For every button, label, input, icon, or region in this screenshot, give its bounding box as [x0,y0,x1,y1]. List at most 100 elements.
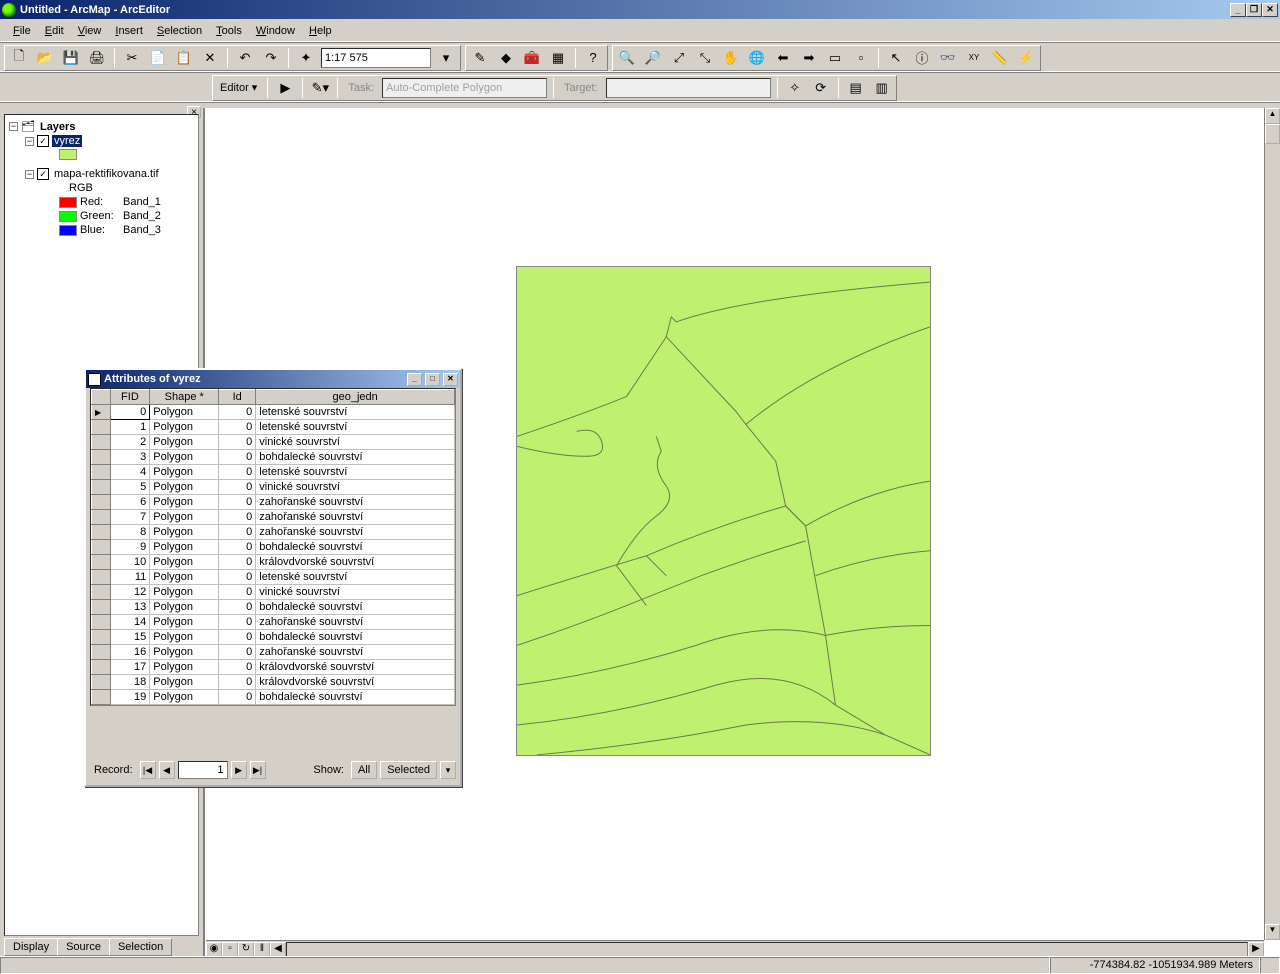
cell-id[interactable]: 0 [219,405,256,420]
close-button[interactable]: ✕ [1262,3,1278,17]
cell-id[interactable]: 0 [219,615,256,630]
add-data-icon[interactable]: ✦ [295,47,317,69]
cell-fid[interactable]: 9 [110,540,150,555]
editor-menu[interactable]: Editor ▾ [216,81,261,94]
col-shape[interactable]: Shape * [150,390,219,405]
col-fid[interactable]: FID [110,390,150,405]
menu-selection[interactable]: Selection [150,23,209,39]
show-all-button[interactable]: All [351,761,377,779]
cell-fid[interactable]: 2 [110,435,150,450]
expand-icon[interactable]: − [9,122,18,131]
cell-id[interactable]: 0 [219,660,256,675]
row-header[interactable] [92,555,111,570]
cell-fid[interactable]: 18 [110,675,150,690]
cell-fid[interactable]: 7 [110,510,150,525]
options-dropdown-button[interactable]: ▾ [440,761,456,779]
layer-checkbox[interactable]: ✓ [37,168,49,180]
task-dropdown[interactable]: Auto-Complete Polygon [382,78,547,98]
arctoolbox-icon[interactable]: 🧰 [521,47,543,69]
help-icon[interactable]: ? [582,47,604,69]
row-header[interactable] [92,690,111,705]
select-features-icon[interactable]: ▭ [824,47,846,69]
cell-fid[interactable]: 12 [110,585,150,600]
attr-minimize-button[interactable]: _ [407,373,422,386]
cell-id[interactable]: 0 [219,435,256,450]
identify-icon[interactable]: ⓘ [911,47,933,69]
cell-geo[interactable]: letenské souvrství [256,420,455,435]
attributes-title-bar[interactable]: ▦ Attributes of vyrez _ □ ✕ [86,370,460,388]
cell-fid[interactable]: 3 [110,450,150,465]
cell-geo[interactable]: královdvorské souvrství [256,675,455,690]
last-record-button[interactable]: ▶| [250,761,266,779]
menu-insert[interactable]: Insert [108,23,150,39]
layers-root[interactable]: Layers [38,121,77,133]
toc-tab-source[interactable]: Source [57,938,110,956]
cell-fid[interactable]: 1 [110,420,150,435]
cell-geo[interactable]: letenské souvrství [256,465,455,480]
cell-fid[interactable]: 6 [110,495,150,510]
layer-checkbox[interactable]: ✓ [37,135,49,147]
cell-id[interactable]: 0 [219,675,256,690]
cell-shape[interactable]: Polygon [150,630,219,645]
menu-view[interactable]: View [71,23,109,39]
pointer-icon[interactable]: ↖ [885,47,907,69]
row-header[interactable] [92,540,111,555]
scroll-thumb[interactable] [1265,124,1280,144]
cell-id[interactable]: 0 [219,630,256,645]
expand-icon[interactable]: − [25,137,34,146]
attr-close-button[interactable]: ✕ [443,373,458,386]
zoom-out-icon[interactable]: 🔎 [642,47,664,69]
row-header[interactable] [92,510,111,525]
menu-window[interactable]: Window [249,23,302,39]
cell-fid[interactable]: 5 [110,480,150,495]
print-icon[interactable]: 🖨 [86,47,108,69]
row-header[interactable] [92,420,111,435]
row-header[interactable] [92,660,111,675]
scale-input[interactable]: 1:17 575 [321,48,431,68]
col-geo[interactable]: geo_jedn [256,390,455,405]
layer-swatch[interactable] [59,149,77,160]
prev-record-button[interactable]: ◀ [159,761,175,779]
cell-id[interactable]: 0 [219,570,256,585]
sketch-tool-icon[interactable]: ✎▾ [309,77,331,99]
measure-icon[interactable]: 📏 [989,47,1011,69]
cell-geo[interactable]: zahořanské souvrství [256,645,455,660]
cell-geo[interactable]: bohdalecké souvrství [256,540,455,555]
cell-fid[interactable]: 8 [110,525,150,540]
cell-geo[interactable]: zahořanské souvrství [256,615,455,630]
layer-raster[interactable]: mapa-rektifikovana.tif [52,168,161,180]
row-header[interactable] [92,480,111,495]
cell-id[interactable]: 0 [219,540,256,555]
row-header[interactable] [92,675,111,690]
row-header[interactable] [92,615,111,630]
expand-icon[interactable]: − [25,170,34,179]
first-record-button[interactable]: |◀ [140,761,156,779]
fixed-zoom-out-icon[interactable]: ⤡ [694,47,716,69]
cell-shape[interactable]: Polygon [150,540,219,555]
goto-xy-icon[interactable]: XY [963,47,985,69]
cell-geo[interactable]: zahořanské souvrství [256,495,455,510]
cell-id[interactable]: 0 [219,600,256,615]
cell-shape[interactable]: Polygon [150,510,219,525]
forward-icon[interactable]: ➡ [798,47,820,69]
record-input[interactable]: 1 [178,761,228,779]
cell-id[interactable]: 0 [219,555,256,570]
fixed-zoom-in-icon[interactable]: ⤢ [668,47,690,69]
row-header[interactable] [92,570,111,585]
row-header[interactable]: ▶ [92,405,111,420]
edit-tool-icon[interactable]: ▶ [274,77,296,99]
cell-id[interactable]: 0 [219,690,256,705]
rotate-icon[interactable]: ⟳ [810,77,832,99]
cell-fid[interactable]: 17 [110,660,150,675]
row-header[interactable] [92,495,111,510]
maximize-button[interactable]: ❐ [1246,3,1262,17]
layer-vyrez[interactable]: vyrez [52,135,82,147]
cell-geo[interactable]: bohdalecké souvrství [256,600,455,615]
back-icon[interactable]: ⬅ [772,47,794,69]
cell-fid[interactable]: 11 [110,570,150,585]
cell-geo[interactable]: královdvorské souvrství [256,555,455,570]
map-canvas[interactable] [516,266,931,756]
attributes-table[interactable]: FID Shape * Id geo_jedn ▶ 0 Polygon 0 le… [90,388,456,706]
cell-geo[interactable]: zahořanské souvrství [256,510,455,525]
cell-shape[interactable]: Polygon [150,675,219,690]
